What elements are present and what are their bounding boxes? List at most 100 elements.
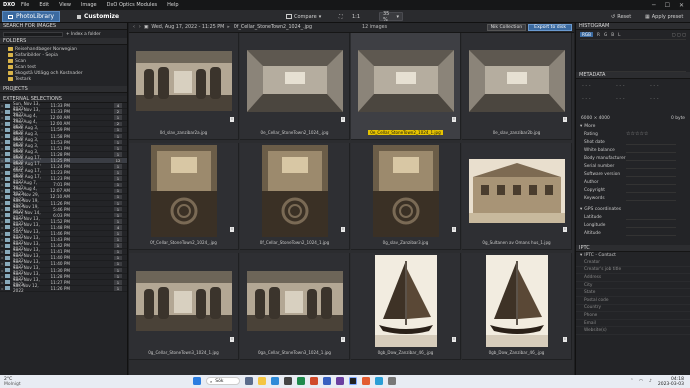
metadata-value[interactable] bbox=[626, 196, 676, 201]
folders-section-header[interactable]: FOLDERS bbox=[0, 38, 127, 45]
folder-item[interactable]: Testark bbox=[8, 76, 127, 82]
metadata-value[interactable] bbox=[626, 140, 676, 145]
weather-widget[interactable]: 2°C Molnigt bbox=[0, 377, 21, 387]
thumbnail-cell[interactable]: i 0g_slav_Zanzibar3.jpg bbox=[351, 143, 461, 250]
thumbnail-cell[interactable]: i 0gb_Dow_Zanzibar_46_.jpg bbox=[462, 253, 572, 360]
edge-icon[interactable] bbox=[271, 377, 279, 385]
menu-help[interactable]: Help bbox=[162, 2, 183, 8]
iptc-contact-toggle[interactable]: ▾ IPTC - Contact bbox=[576, 252, 690, 259]
task-view-icon[interactable] bbox=[245, 377, 253, 385]
minimize-icon[interactable]: ─ bbox=[652, 2, 656, 9]
file-explorer-icon[interactable] bbox=[258, 377, 266, 385]
app-icon[interactable] bbox=[297, 377, 305, 385]
metadata-header[interactable]: METADATA bbox=[576, 72, 690, 79]
metadata-value[interactable] bbox=[626, 156, 676, 161]
iptc-field[interactable]: Creator's job title bbox=[576, 267, 690, 275]
thumbnail-image[interactable] bbox=[356, 255, 455, 347]
histogram-options-icon[interactable]: ▢ ▢ ▢ bbox=[671, 32, 686, 37]
menu-optics-modules[interactable]: DxO Optics Modules bbox=[102, 2, 163, 8]
channel-r[interactable]: R bbox=[597, 32, 600, 37]
thumbnail-image[interactable] bbox=[245, 259, 344, 343]
channel-b[interactable]: B bbox=[611, 32, 614, 37]
dxo-photolab-icon[interactable] bbox=[349, 377, 357, 385]
menu-image[interactable]: Image bbox=[76, 2, 102, 8]
channel-g[interactable]: G bbox=[604, 32, 607, 37]
iptc-field[interactable]: Phone bbox=[576, 312, 690, 320]
fit-screen-button[interactable]: ⛶ bbox=[336, 12, 346, 21]
thumbnail-cell[interactable]: i 0ga_Cellar_StoneTown3_1024_1.jpg bbox=[240, 253, 350, 360]
metadata-value[interactable] bbox=[626, 188, 676, 193]
tray-chevron-icon[interactable]: ˄ bbox=[631, 379, 633, 384]
iptc-field[interactable]: Website(s) bbox=[576, 327, 690, 335]
app-icon[interactable] bbox=[362, 377, 370, 385]
iptc-field[interactable]: Address bbox=[576, 274, 690, 282]
more-toggle[interactable]: ▾ More bbox=[576, 123, 690, 130]
iptc-field[interactable]: State bbox=[576, 289, 690, 297]
search-box[interactable]: ⌕ Sök bbox=[206, 377, 240, 385]
gps-value[interactable] bbox=[626, 223, 676, 228]
thumbnail-image[interactable] bbox=[134, 259, 233, 343]
projects-section-header[interactable]: PROJECTS bbox=[0, 86, 127, 93]
project-item[interactable]: ▸ Sat, Nov 12, 2022 11:26 PM 1 bbox=[0, 283, 127, 293]
index-folder-link[interactable]: + Index a folder bbox=[66, 32, 101, 37]
channel-rgb[interactable]: RGB bbox=[580, 32, 594, 37]
thumbnail-image[interactable] bbox=[356, 39, 455, 123]
export-to-disk-button[interactable]: Export to disk bbox=[528, 24, 572, 31]
clock[interactable]: 04:18 2023-03-03 bbox=[658, 377, 684, 387]
search-input[interactable] bbox=[3, 31, 63, 37]
thumbnail-image[interactable] bbox=[356, 145, 455, 237]
thumbnail-image[interactable] bbox=[134, 39, 233, 123]
compare-button[interactable]: Compare ▾ bbox=[283, 12, 324, 21]
menu-file[interactable]: File bbox=[16, 2, 34, 8]
menu-view[interactable]: View bbox=[54, 2, 76, 8]
thumbnail-image[interactable] bbox=[467, 39, 566, 123]
app-icon[interactable] bbox=[388, 377, 396, 385]
thumbnail-image[interactable] bbox=[245, 145, 344, 237]
gps-value[interactable] bbox=[626, 231, 676, 236]
tab-customize[interactable]: Customize bbox=[72, 11, 124, 22]
maximize-icon[interactable]: ☐ bbox=[665, 2, 670, 9]
iptc-field[interactable]: City bbox=[576, 282, 690, 290]
zoom-one-to-one-button[interactable]: 1:1 bbox=[349, 12, 363, 21]
thumbnail-cell[interactable]: i 0f_Cellar_StoneTown2_1024_.jpg bbox=[129, 143, 239, 250]
wifi-icon[interactable]: ◠ bbox=[639, 379, 643, 384]
thumbnail-cell[interactable]: i 0gb_Dow_Zanzibar_46_.jpg bbox=[351, 253, 461, 360]
thumbnail-image[interactable] bbox=[245, 39, 344, 123]
histogram-header[interactable]: HISTOGRAM bbox=[576, 23, 690, 30]
iptc-field[interactable]: Email bbox=[576, 320, 690, 328]
apply-preset-button[interactable]: ▦ Apply preset bbox=[642, 12, 686, 21]
reset-button[interactable]: ↺ Reset bbox=[608, 12, 634, 21]
iptc-header[interactable]: IPTC bbox=[576, 245, 690, 252]
thumbnail-cell[interactable]: i 0f_Cellar_StoneTown2_1024_1.jpg bbox=[240, 143, 350, 250]
store-icon[interactable] bbox=[284, 377, 292, 385]
nik-collection-button[interactable]: Nik Collection bbox=[486, 24, 527, 31]
app-icon[interactable] bbox=[336, 377, 344, 385]
thumbnail-image[interactable] bbox=[467, 149, 566, 233]
thumbnail-cell[interactable]: i 0e_Cellar_StoneTown2_1024_1.jpg bbox=[351, 33, 461, 140]
metadata-value[interactable] bbox=[626, 180, 676, 185]
channel-l[interactable]: L bbox=[618, 32, 620, 37]
app-icon[interactable] bbox=[323, 377, 331, 385]
menu-edit[interactable]: Edit bbox=[34, 2, 54, 8]
tab-photolibrary[interactable]: PhotoLibrary bbox=[2, 11, 61, 22]
app-icon[interactable] bbox=[375, 377, 383, 385]
search-section-header[interactable]: SEARCH FOR IMAGES bbox=[0, 23, 127, 30]
metadata-value[interactable] bbox=[626, 164, 676, 169]
gps-toggle[interactable]: ▾ GPS coordinates bbox=[576, 206, 690, 213]
back-icon[interactable]: ‹ bbox=[133, 25, 135, 30]
thumbnail-image[interactable] bbox=[467, 255, 566, 347]
metadata-value[interactable] bbox=[626, 148, 676, 153]
zoom-select[interactable]: 35 % ▾ bbox=[379, 11, 403, 23]
thumbnail-cell[interactable]: i 0g_Sultanen av Omans hus_1.jpg bbox=[462, 143, 572, 250]
thumbnail-image[interactable] bbox=[134, 145, 233, 237]
thumbnail-cell[interactable]: i 0g_Cellar_StoneTown3_1024_1.jpg bbox=[129, 253, 239, 360]
iptc-field[interactable]: Creator bbox=[576, 259, 690, 267]
iptc-field[interactable]: Postal code bbox=[576, 297, 690, 305]
iptc-field[interactable]: Country bbox=[576, 305, 690, 313]
forward-icon[interactable]: › bbox=[139, 25, 141, 30]
volume-icon[interactable]: ♪ bbox=[649, 379, 652, 384]
start-icon[interactable] bbox=[193, 377, 201, 385]
thumbnail-cell[interactable]: i 0e_slav_zanzibar2b.jpg bbox=[462, 33, 572, 140]
rating-stars-icon[interactable]: ☆☆☆☆☆ bbox=[626, 131, 648, 137]
app-icon[interactable] bbox=[310, 377, 318, 385]
